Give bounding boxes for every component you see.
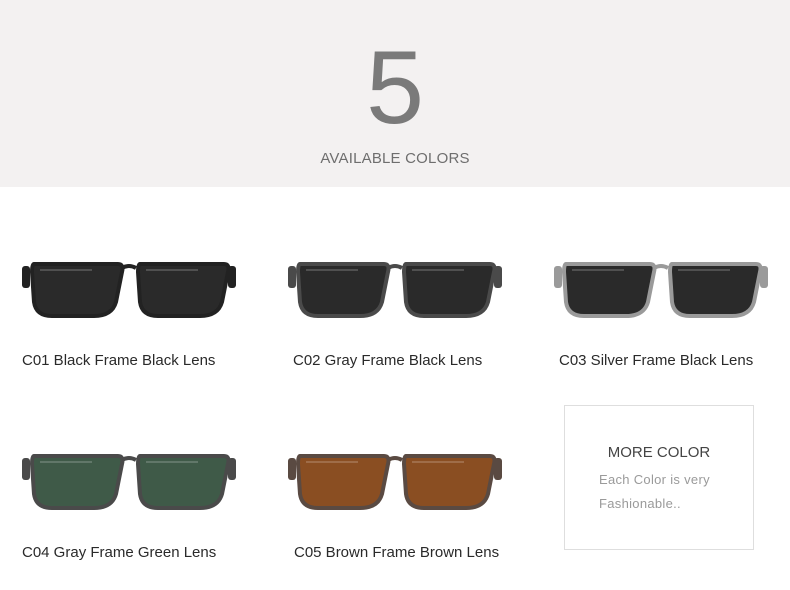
sunglasses-icon — [22, 262, 236, 318]
left-lens — [561, 262, 657, 318]
left-temple — [22, 458, 30, 480]
right-lens — [401, 454, 497, 510]
left-temple — [22, 266, 30, 288]
header-banner: 5 AVAILABLE COLORS — [0, 0, 790, 187]
product-c01[interactable]: C01 Black Frame Black Lens — [22, 258, 262, 398]
product-label: C04 Gray Frame Green Lens — [22, 544, 217, 561]
sunglasses-icon — [554, 262, 768, 318]
more-color-line-1: Each Color is very — [599, 472, 710, 487]
sunglasses-icon — [22, 454, 236, 510]
right-lens — [667, 262, 763, 318]
more-color-title: MORE COLOR — [607, 444, 711, 461]
sunglasses-icon — [288, 262, 502, 318]
left-lens — [295, 262, 391, 318]
right-lens — [135, 454, 231, 510]
product-label: C01 Black Frame Black Lens — [22, 352, 216, 369]
right-lens — [401, 262, 497, 318]
bridge — [121, 264, 137, 270]
product-c04[interactable]: C04 Gray Frame Green Lens — [22, 450, 262, 590]
left-temple — [288, 458, 296, 480]
bridge — [653, 264, 669, 270]
product-c03[interactable]: C03 Silver Frame Black Lens — [554, 258, 790, 398]
bridge — [121, 456, 137, 462]
section-subtitle: AVAILABLE COLORS — [320, 150, 470, 167]
left-lens — [295, 454, 391, 510]
product-label: C05 Brown Frame Brown Lens — [294, 544, 500, 561]
product-label: C03 Silver Frame Black Lens — [559, 352, 754, 369]
product-c02[interactable]: C02 Gray Frame Black Lens — [288, 258, 528, 398]
more-color-line-2: Fashionable.. — [599, 496, 681, 511]
color-count: 5 — [366, 30, 424, 146]
product-c05[interactable]: C05 Brown Frame Brown Lens — [288, 450, 528, 590]
more-color-description: Each Color is very Fashionable.. — [599, 468, 729, 516]
product-label: C02 Gray Frame Black Lens — [293, 352, 483, 369]
more-color-card[interactable]: MORE COLOR Each Color is very Fashionabl… — [564, 405, 754, 550]
sunglasses-icon — [288, 454, 502, 510]
left-lens — [29, 454, 125, 510]
left-temple — [554, 266, 562, 288]
right-lens — [135, 262, 231, 318]
left-lens — [29, 262, 125, 318]
left-temple — [288, 266, 296, 288]
bridge — [387, 456, 403, 462]
bridge — [387, 264, 403, 270]
